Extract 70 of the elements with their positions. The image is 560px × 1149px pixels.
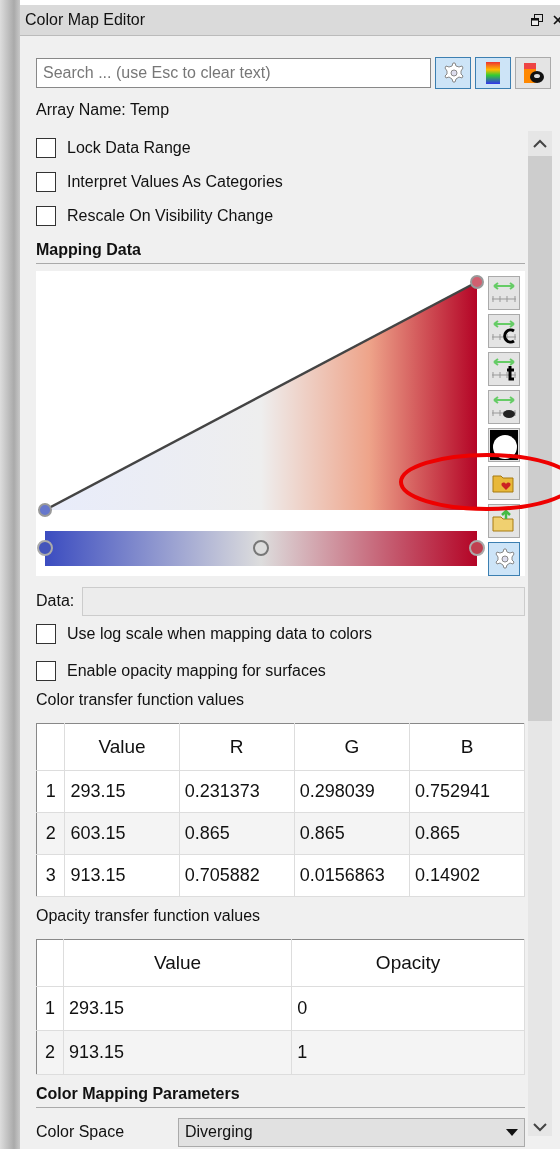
table-cell: 0.231373 [179,770,295,813]
column-header: G [294,723,410,771]
checkbox[interactable] [36,660,56,681]
color-space-label: Color Space [36,1123,126,1141]
data-label: Data: [36,592,75,610]
table-title: Color transfer function values [36,691,246,710]
checkbox[interactable] [36,138,56,158]
column-header: Value [63,939,292,987]
table-cell: 0 [291,986,525,1031]
table-cell: 0.865 [179,812,295,855]
data-field[interactable] [82,586,525,616]
checkbox[interactable] [36,623,56,644]
folder-arrow-icon [492,509,516,533]
range-arrow-icon [490,393,518,421]
search-field[interactable]: Search ... (use Esc to clear text) [36,58,431,88]
table-cell: 0.865 [294,812,410,855]
array-name: Array Name: Temp [36,101,171,120]
visible-range-button[interactable] [488,390,520,424]
color-bar-edit-icon [521,61,545,85]
close-icon[interactable] [553,14,560,26]
table-cell: 913.15 [64,854,180,897]
row-number: 3 [36,854,65,897]
checkbox-label: Interpret Values As Categories [67,173,283,191]
range-arrow-icon [490,317,518,345]
checkbox-label: Rescale On Visibility Change [67,207,274,225]
checkbox-label: Use log scale when mapping data to colors [67,624,373,643]
row-number: 1 [36,770,65,813]
column-header: Opacity [291,939,525,987]
range-arrow-icon [490,355,518,383]
scrollbar[interactable] [528,131,552,1136]
checkbox-label: Lock Data Range [67,139,191,157]
settings-button[interactable] [488,542,520,576]
column-header: Value [64,723,180,771]
table-cell: 0.705882 [179,854,295,897]
edit-button[interactable] [515,57,551,89]
scroll-down-icon[interactable] [533,1123,547,1132]
section-heading: Color Mapping Parameters [36,1085,241,1104]
scroll-up-icon[interactable] [533,139,547,148]
table-cell: 0.865 [409,812,525,855]
table-cell: 0.752941 [409,770,525,813]
checkbox-label: Enable opacity mapping for surfaces [67,661,326,680]
checkbox[interactable] [36,206,56,226]
table-cell: 1 [291,1030,525,1075]
table-cell: 913.15 [63,1030,292,1075]
time-range-button[interactable] [488,352,520,386]
table-cell: 0.298039 [294,770,410,813]
settings-button[interactable] [435,57,471,89]
save-preset-button[interactable] [488,466,520,500]
column-header: R [179,723,295,771]
dropdown-arrow-icon [506,1128,518,1136]
column-header: B [409,723,525,771]
checkbox[interactable] [36,172,56,192]
float-icon[interactable] [531,14,543,26]
table-cell: 0.0156863 [294,854,410,897]
custom-range-button[interactable] [488,314,520,348]
section-heading: Mapping Data [36,241,142,260]
table-cell: 293.15 [64,770,180,813]
table-cell: 603.15 [64,812,180,855]
row-number: 1 [36,986,64,1031]
folder-heart-icon [492,472,516,494]
color-space-dropdown[interactable]: Diverging [178,1117,525,1147]
row-number: 2 [36,1030,64,1075]
color-bar-icon [486,62,500,84]
table-cell: 0.14902 [409,854,525,897]
row-number: 2 [36,812,65,855]
presets-button[interactable] [475,57,511,89]
window-title: Color Map Editor [25,11,147,29]
table-title: Opacity transfer function values [36,907,262,926]
table-cell: 293.15 [63,986,292,1031]
scroll-thumb[interactable] [528,156,552,721]
